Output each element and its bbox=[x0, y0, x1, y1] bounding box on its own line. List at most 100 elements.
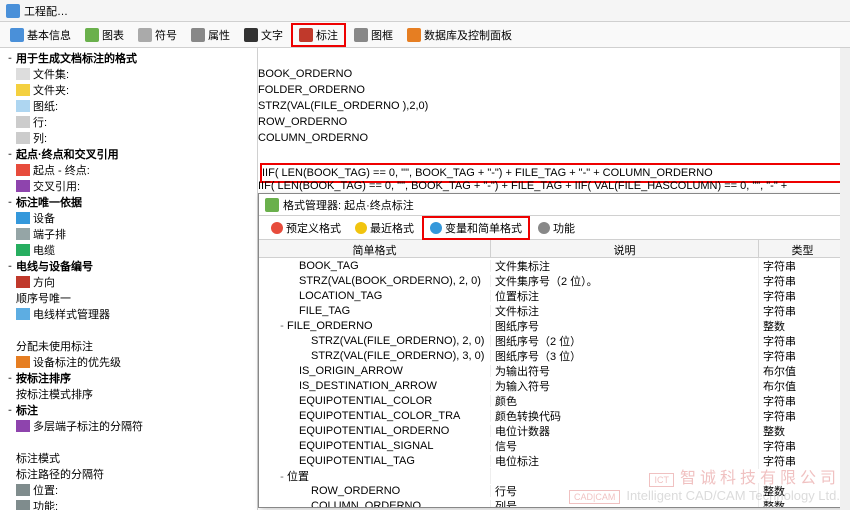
tab-predef[interactable]: 预定义格式 bbox=[265, 218, 347, 238]
tree-node-15[interactable]: 顺序号唯一 bbox=[0, 290, 257, 306]
tree-node-3[interactable]: 图纸: bbox=[0, 98, 257, 114]
tree-node-20[interactable]: -按标注排序 bbox=[0, 370, 257, 386]
toolbar-basic[interactable]: 基本信息 bbox=[4, 25, 77, 45]
tree-node-27[interactable]: 位置: bbox=[0, 482, 257, 498]
tab-recent[interactable]: 最近格式 bbox=[349, 218, 420, 238]
toolbar-attr[interactable]: 属性 bbox=[185, 25, 236, 45]
pt-icon bbox=[16, 164, 30, 176]
tree-node-9[interactable]: -标注唯一依据 bbox=[0, 194, 257, 210]
tree-node-14[interactable]: 方向 bbox=[0, 274, 257, 290]
format-row-15[interactable]: ROW_ORDERNO行号整数 bbox=[259, 483, 847, 498]
tree-node-12[interactable]: 电缆 bbox=[0, 242, 257, 258]
frame-icon bbox=[354, 28, 368, 42]
fn-icon bbox=[16, 500, 30, 510]
dev-icon bbox=[16, 212, 30, 224]
tree-node-2[interactable]: 文件夹: bbox=[0, 82, 257, 98]
format-row-8[interactable]: IS_DESTINATION_ARROW为输入符号布尔值 bbox=[259, 378, 847, 393]
format-row-3[interactable]: FILE_TAG文件标注字符串 bbox=[259, 303, 847, 318]
tree-node-5[interactable]: 列: bbox=[0, 130, 257, 146]
tree-node-6[interactable]: -起点·终点和交叉引用 bbox=[0, 146, 257, 162]
format-row-1[interactable]: STRZ(VAL(BOOK_ORDERNO), 2, 0)文件集序号（2 位）。… bbox=[259, 273, 847, 288]
tree-node-24[interactable] bbox=[0, 434, 257, 450]
toolbar-chart[interactable]: 图表 bbox=[79, 25, 130, 45]
table-body[interactable]: BOOK_TAG文件集标注字符串STRZ(VAL(BOOK_ORDERNO), … bbox=[259, 258, 847, 507]
format-row-11[interactable]: EQUIPOTENTIAL_ORDERNO电位计数器整数 bbox=[259, 423, 847, 438]
loc-icon bbox=[16, 484, 30, 496]
basic-icon bbox=[10, 28, 24, 42]
format-row-13[interactable]: EQUIPOTENTIAL_TAG电位标注字符串 bbox=[259, 453, 847, 468]
prop-row-5[interactable]: COLUMN_ORDERNO bbox=[258, 130, 850, 146]
tree-node-17[interactable] bbox=[0, 322, 257, 338]
prop-row-3[interactable]: STRZ(VAL(FILE_ORDERNO ),2,0) bbox=[258, 98, 850, 114]
format-row-9[interactable]: EQUIPOTENTIAL_COLOR颜色字符串 bbox=[259, 393, 847, 408]
annot-icon bbox=[299, 28, 313, 42]
tree-node-11[interactable]: 端子排 bbox=[0, 226, 257, 242]
app-icon bbox=[6, 4, 20, 18]
toolbar-frame[interactable]: 图框 bbox=[348, 25, 399, 45]
col-icon bbox=[16, 132, 30, 144]
pri-icon bbox=[16, 356, 30, 368]
tree-node-26[interactable]: 标注路径的分隔符 bbox=[0, 466, 257, 482]
tree-node-7[interactable]: 起点 - 终点: bbox=[0, 162, 257, 178]
toolbar-text[interactable]: 文字 bbox=[238, 25, 289, 45]
twisty-icon[interactable]: - bbox=[4, 148, 16, 160]
tree-node-10[interactable]: 设备 bbox=[0, 210, 257, 226]
pg-icon bbox=[16, 100, 30, 112]
tree-node-18[interactable]: 分配未使用标注 bbox=[0, 338, 257, 354]
prop-row-0[interactable] bbox=[258, 50, 850, 66]
twisty-icon[interactable]: - bbox=[277, 471, 287, 483]
wsm-icon bbox=[16, 308, 30, 320]
tab-func[interactable]: 功能 bbox=[532, 218, 581, 238]
tree-node-1[interactable]: 文件集: bbox=[0, 66, 257, 82]
tree-node-16[interactable]: 电线样式管理器 bbox=[0, 306, 257, 322]
table-header: 简单格式 说明 类型 bbox=[259, 240, 847, 258]
trm-icon bbox=[16, 228, 30, 240]
format-row-5[interactable]: STRZ(VAL(FILE_ORDERNO), 2, 0)图纸序号（2 位）字符… bbox=[259, 333, 847, 348]
xr-icon bbox=[16, 180, 30, 192]
tree-node-28[interactable]: 功能: bbox=[0, 498, 257, 510]
prop-row-4[interactable]: ROW_ORDERNO bbox=[258, 114, 850, 130]
format-row-2[interactable]: LOCATION_TAG位置标注字符串 bbox=[259, 288, 847, 303]
format-row-16[interactable]: COLUMN_ORDERNO列号整数 bbox=[259, 498, 847, 507]
toolbar-symbol[interactable]: 符号 bbox=[132, 25, 183, 45]
prop-row-2[interactable]: FOLDER_ORDERNO bbox=[258, 82, 850, 98]
tree-node-22[interactable]: -标注 bbox=[0, 402, 257, 418]
tree-node-4[interactable]: 行: bbox=[0, 114, 257, 130]
prop-row-1[interactable]: BOOK_ORDERNO bbox=[258, 66, 850, 82]
fx-icon bbox=[265, 198, 279, 212]
scrollbar[interactable] bbox=[840, 48, 850, 510]
prop-row-7[interactable]: IIF( LEN(BOOK_TAG) == 0, "", BOOK_TAG + … bbox=[262, 165, 846, 181]
tab-varfmt[interactable]: 变量和简单格式 bbox=[422, 216, 530, 240]
tree-node-13[interactable]: -电线与设备编号 bbox=[0, 258, 257, 274]
twisty-icon[interactable]: - bbox=[4, 52, 16, 64]
tree-node-0[interactable]: -用于生成文档标注的格式 bbox=[0, 50, 257, 66]
row-icon bbox=[16, 116, 30, 128]
cab-icon bbox=[16, 244, 30, 256]
format-row-6[interactable]: STRZ(VAL(FILE_ORDERNO), 3, 0)图纸序号（3 位）字符… bbox=[259, 348, 847, 363]
twisty-icon[interactable]: - bbox=[4, 404, 16, 416]
tree-node-25[interactable]: 标注模式 bbox=[0, 450, 257, 466]
toolbar-db[interactable]: 数据库及控制面板 bbox=[401, 25, 518, 45]
recent-icon bbox=[355, 222, 367, 234]
twisty-icon[interactable]: - bbox=[4, 372, 16, 384]
format-row-12[interactable]: EQUIPOTENTIAL_SIGNAL信号字符串 bbox=[259, 438, 847, 453]
format-row-0[interactable]: BOOK_TAG文件集标注字符串 bbox=[259, 258, 847, 273]
col-type: 类型 bbox=[759, 240, 847, 257]
tree-node-19[interactable]: 设备标注的优先级 bbox=[0, 354, 257, 370]
db-icon bbox=[407, 28, 421, 42]
format-row-14[interactable]: -位置 bbox=[259, 468, 847, 483]
twisty-icon[interactable]: - bbox=[4, 260, 16, 272]
tree-node-8[interactable]: 交叉引用: bbox=[0, 178, 257, 194]
format-row-10[interactable]: EQUIPOTENTIAL_COLOR_TRA颜色转换代码字符串 bbox=[259, 408, 847, 423]
twisty-icon[interactable]: - bbox=[277, 320, 287, 332]
twisty-icon[interactable]: - bbox=[4, 196, 16, 208]
toolbar-annot[interactable]: 标注 bbox=[291, 23, 346, 47]
prop-row-6[interactable] bbox=[258, 146, 850, 162]
tree-node-21[interactable]: 按标注模式排序 bbox=[0, 386, 257, 402]
doc-icon bbox=[16, 68, 30, 80]
tree-node-23[interactable]: 多层端子标注的分隔符 bbox=[0, 418, 257, 434]
format-row-4[interactable]: -FILE_ORDERNO图纸序号整数 bbox=[259, 318, 847, 333]
format-row-7[interactable]: IS_ORIGIN_ARROW为输出符号布尔值 bbox=[259, 363, 847, 378]
toolbar: 基本信息图表符号属性文字标注图框数据库及控制面板 bbox=[0, 22, 850, 48]
text-icon bbox=[244, 28, 258, 42]
